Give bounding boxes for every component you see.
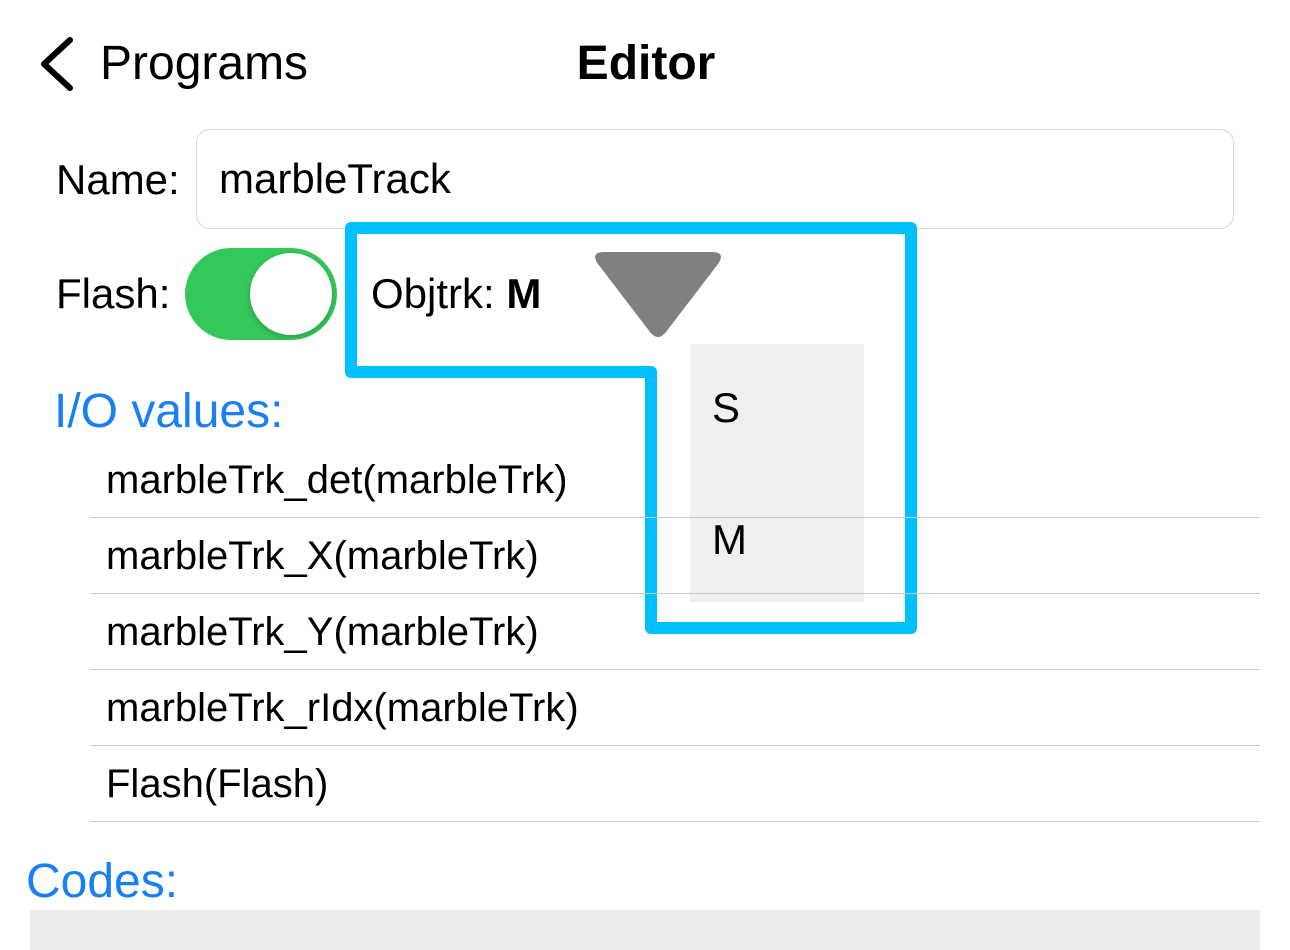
- objtrk-picker[interactable]: Objtrk: M: [371, 266, 541, 322]
- name-field[interactable]: [196, 129, 1234, 229]
- io-values-list: marbleTrk_det(marbleTrk) marbleTrk_X(mar…: [90, 442, 1260, 822]
- dropdown-option-s[interactable]: S: [712, 380, 740, 436]
- objtrk-value: M: [506, 270, 542, 317]
- list-item[interactable]: marbleTrk_X(marbleTrk): [90, 518, 1260, 594]
- list-item[interactable]: Flash(Flash): [90, 746, 1260, 822]
- code-editor[interactable]: [30, 910, 1260, 950]
- flash-label: Flash:: [56, 270, 171, 317]
- list-item[interactable]: marbleTrk_det(marbleTrk): [90, 442, 1260, 518]
- name-label: Name:: [56, 156, 180, 203]
- page-title-text: Editor: [576, 37, 716, 90]
- toggle-knob: [250, 253, 332, 335]
- page-title: Editor: [0, 34, 1290, 94]
- flash-toggle[interactable]: [185, 248, 337, 340]
- io-values-header: I/O values:: [54, 385, 284, 438]
- objtrk-label: Objtrk:: [371, 270, 495, 317]
- list-item[interactable]: marbleTrk_rIdx(marbleTrk): [90, 670, 1260, 746]
- triangle-down-icon[interactable]: [590, 250, 726, 340]
- list-item[interactable]: marbleTrk_Y(marbleTrk): [90, 594, 1260, 670]
- codes-header: Codes:: [26, 855, 179, 908]
